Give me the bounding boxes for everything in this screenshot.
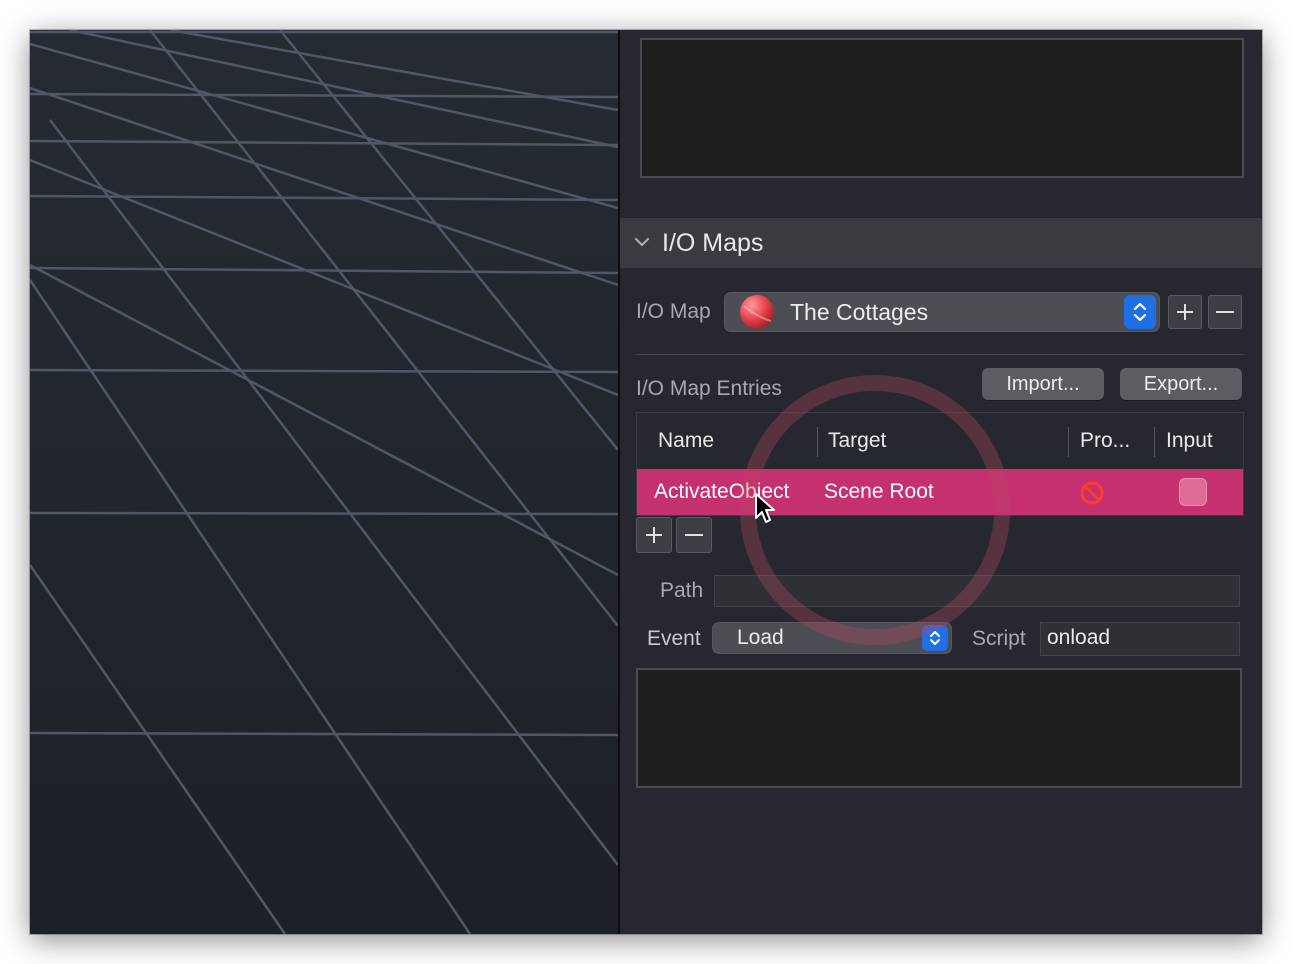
section-title: I/O Maps [662, 229, 764, 257]
chevron-down-icon[interactable] [632, 232, 652, 252]
column-header-target[interactable]: Target [828, 429, 886, 453]
add-entry-button[interactable] [636, 517, 672, 553]
remove-entry-button[interactable] [676, 517, 712, 553]
floor-grid [30, 30, 618, 934]
script-label: Script [972, 627, 1026, 650]
column-separator[interactable] [817, 427, 818, 457]
input-checkbox[interactable] [1179, 478, 1207, 506]
event-selected-value: Load [737, 626, 784, 649]
io-map-entries-table[interactable]: Name Target Pro... Input ActivateObject … [636, 412, 1244, 516]
add-io-map-button[interactable] [1168, 295, 1202, 329]
up-down-chevrons-icon [930, 631, 940, 645]
path-label: Path [660, 579, 704, 602]
plus-icon [1177, 304, 1193, 320]
plus-icon [646, 527, 662, 543]
script-text-area[interactable] [636, 668, 1242, 788]
io-map-sphere-icon [740, 295, 774, 329]
column-header-pro[interactable]: Pro... [1080, 429, 1130, 453]
scene-viewport[interactable] [30, 30, 618, 934]
export-button[interactable]: Export... [1120, 368, 1242, 400]
script-field[interactable]: onload [1040, 622, 1240, 656]
io-map-stepper[interactable] [1124, 295, 1156, 329]
column-header-name[interactable]: Name [658, 429, 714, 453]
io-map-entries-label: I/O Map Entries [636, 377, 782, 400]
preview-box [640, 38, 1244, 178]
io-maps-section-header[interactable]: I/O Maps [620, 218, 1262, 268]
prohibited-icon [1080, 481, 1104, 505]
separator [636, 354, 1244, 355]
remove-io-map-button[interactable] [1208, 295, 1242, 329]
row-target: Scene Root [824, 480, 934, 503]
event-select[interactable]: Load [712, 622, 952, 654]
io-map-selected-value: The Cottages [790, 299, 929, 325]
column-separator[interactable] [1068, 427, 1069, 457]
event-label: Event [647, 627, 701, 650]
path-field[interactable] [714, 575, 1240, 607]
column-header-input[interactable]: Input [1166, 429, 1213, 453]
mouse-pointer-icon [755, 493, 775, 523]
minus-icon [685, 534, 703, 536]
app-window: I/O Maps I/O Map The Cottages I/O Map En… [30, 30, 1262, 934]
column-separator[interactable] [1154, 427, 1155, 457]
io-map-select[interactable]: The Cottages [724, 292, 1160, 332]
up-down-chevrons-icon [1133, 302, 1147, 322]
inspector-pane: I/O Maps I/O Map The Cottages I/O Map En… [620, 30, 1262, 934]
import-button[interactable]: Import... [982, 368, 1104, 400]
io-map-label: I/O Map [636, 300, 711, 323]
event-stepper[interactable] [922, 625, 948, 651]
minus-icon [1216, 311, 1234, 313]
table-row[interactable]: ActivateObject Scene Root [637, 469, 1243, 515]
